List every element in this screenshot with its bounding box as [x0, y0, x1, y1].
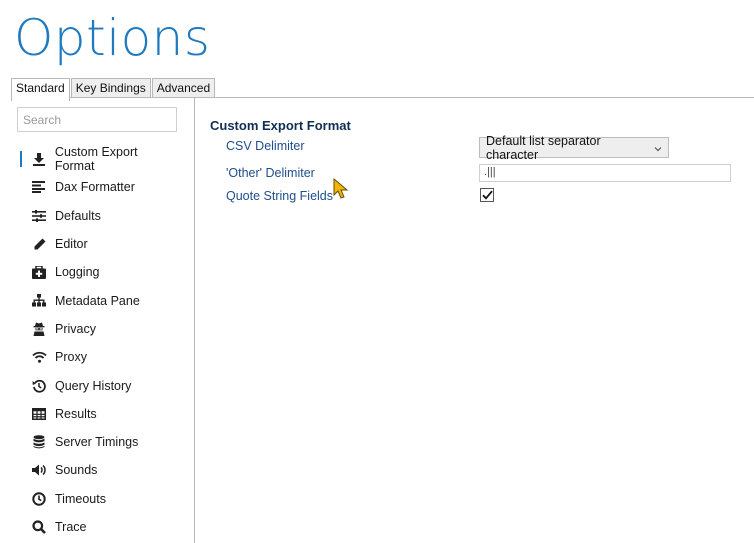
mouse-cursor-icon [333, 177, 349, 205]
sidebar-item-metadata-pane[interactable]: Metadata Pane [20, 286, 180, 314]
clock-icon [31, 491, 47, 507]
sidebar-item-trace[interactable]: Trace [20, 513, 180, 541]
sidebar-item-label: Editor [55, 237, 88, 252]
align-left-icon [31, 179, 47, 195]
sidebar-item-label: Timeouts [55, 491, 106, 506]
sidebar-item-label: Dax Formatter [55, 180, 135, 195]
volume-icon [31, 462, 47, 478]
download-icon [31, 151, 47, 167]
sidebar-item-results[interactable]: Results [20, 400, 180, 428]
tab-standard[interactable]: Standard [11, 78, 70, 101]
sidebar-item-label: Query History [55, 378, 132, 393]
sliders-icon [31, 208, 47, 224]
sidebar-item-privacy[interactable]: Privacy [20, 315, 180, 343]
csv-delimiter-value: Default list separator character [486, 133, 601, 162]
medkit-icon [31, 264, 47, 280]
sidebar-item-proxy[interactable]: Proxy [20, 343, 180, 371]
csv-delimiter-label: CSV Delimiter [226, 139, 305, 153]
sidebar-item-timeouts[interactable]: Timeouts [20, 485, 180, 513]
pencil-icon [31, 236, 47, 252]
sidebar-item-label: Logging [55, 265, 100, 280]
tab-strip: Standard Key Bindings Advanced [11, 78, 216, 101]
section-title: Custom Export Format [210, 118, 351, 133]
sidebar-divider [194, 98, 195, 543]
wifi-icon [31, 349, 47, 365]
sidebar-item-server-timings[interactable]: Server Timings [20, 428, 180, 456]
sidebar-item-label: Server Timings [55, 435, 139, 450]
sidebar-item-query-history[interactable]: Query History [20, 371, 180, 399]
sidebar-nav: Custom Export Format Dax Formatter Defau… [20, 145, 180, 541]
sidebar-item-custom-export-format[interactable]: Custom Export Format [20, 145, 180, 173]
sidebar-item-label: Custom Export Format [54, 145, 138, 174]
csv-delimiter-select[interactable]: Default list separator character [479, 134, 669, 162]
sidebar-item-label: Defaults [55, 208, 101, 223]
sidebar-item-label: Privacy [55, 321, 96, 336]
user-secret-icon [31, 321, 47, 337]
search-input[interactable]: Search [17, 107, 177, 132]
sidebar-item-label: Trace [55, 520, 87, 534]
quote-string-fields-checkbox[interactable] [480, 188, 494, 202]
history-icon [31, 378, 47, 394]
sidebar-item-editor[interactable]: Editor [20, 230, 180, 258]
table-icon [31, 406, 47, 422]
sitemap-icon [31, 293, 47, 309]
sidebar-item-logging[interactable]: Logging [20, 258, 180, 286]
sidebar-item-dax-formatter[interactable]: Dax Formatter [20, 173, 180, 201]
sidebar-item-defaults[interactable]: Defaults [20, 202, 180, 230]
search-icon [31, 519, 47, 535]
chevron-down-icon [654, 141, 662, 155]
sidebar-item-label: Sounds [55, 463, 98, 478]
sidebar-item-sounds[interactable]: Sounds [20, 456, 180, 484]
tab-key-bindings[interactable]: Key Bindings [70, 78, 151, 98]
other-delimiter-input[interactable]: .||| [479, 164, 731, 182]
page-title: Options [14, 9, 211, 67]
sidebar-item-label: Metadata Pane [55, 293, 140, 308]
sidebar-item-label: Results [55, 406, 97, 421]
database-icon [31, 434, 47, 450]
checkmark-icon [481, 190, 493, 200]
quote-string-fields-label: Quote String Fields [226, 189, 333, 203]
other-delimiter-label: 'Other' Delimiter [226, 166, 315, 180]
sidebar-item-label: Proxy [55, 350, 87, 365]
tab-advanced[interactable]: Advanced [151, 78, 216, 98]
